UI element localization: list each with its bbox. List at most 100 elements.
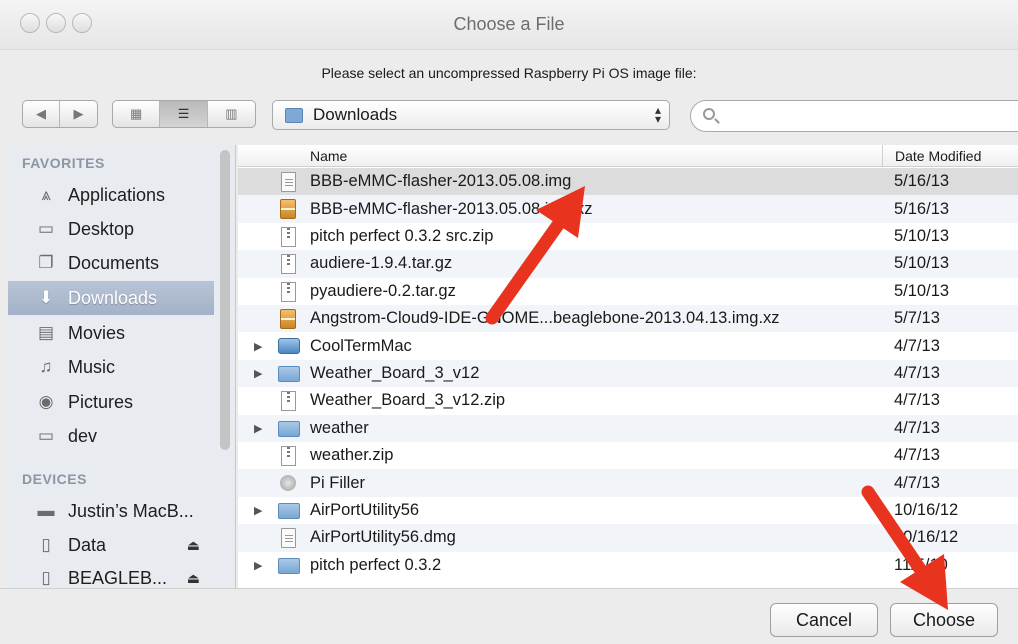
folder-icon [278,365,300,382]
applications-icon: ⩓ [41,185,51,204]
downloads-folder-icon [285,107,303,123]
file-row[interactable]: Pi Filler 4/7/13 [238,469,1018,497]
sidebar-item-pictures[interactable]: ◉ Pictures [8,385,214,419]
folder-icon [278,502,300,519]
list-view-button[interactable]: ☰ [160,101,208,127]
window-title: Choose a File [453,14,565,34]
sidebar-item-label: Movies [68,322,126,343]
zip-file-icon [281,254,296,275]
sidebar: FAVORITES ⩓ Applications ▭ Desktop ❐ Doc… [8,145,236,588]
file-row[interactable]: ▶ Weather_Board_3_v12 4/7/13 [238,359,1018,388]
file-name: audiere-1.9.4.tar.gz [310,254,453,273]
sidebar-item-desktop[interactable]: ▭ Desktop [8,212,214,246]
cancel-button[interactable]: Cancel [770,603,878,637]
zip-file-icon [281,446,296,466]
file-date-modified: 11/5/10 [894,555,948,574]
sidebar-item-label: Downloads [68,287,158,308]
disclosure-triangle-icon[interactable]: ▶ [254,504,262,517]
file-name: weather [310,418,369,437]
file-date-modified: 4/7/13 [894,473,940,492]
choose-button[interactable]: Choose [890,603,998,637]
file-date-modified: 4/7/13 [894,391,940,410]
file-row[interactable]: BBB-eMMC-flasher-2013.05.08.img.xz 5/16/1… [238,195,1018,223]
sidebar-item-applications[interactable]: ⩓ Applications [8,178,214,212]
sidebar-item-label: dev [68,425,98,446]
location-popup[interactable]: Downloads ▴ ▾ [272,100,670,130]
file-row[interactable]: pitch perfect 0.3.2 src.zip 5/10/13 [238,223,1018,250]
eject-icon[interactable]: ⏏ [187,537,200,554]
popup-arrows-icon: ▴ ▾ [654,103,661,126]
file-name: Pi Filler [310,473,366,492]
file-name: CoolTermMac [310,336,412,355]
file-row[interactable]: audiere-1.9.4.tar.gz 5/10/13 [238,250,1018,278]
file-row[interactable]: ▶ AirPortUtility56 10/16/12 [238,497,1018,524]
disclosure-triangle-icon[interactable]: ▶ [254,367,262,380]
file-date-modified: 5/10/13 [894,281,950,300]
folder-icon [278,557,300,574]
application-icon [278,338,300,355]
file-row[interactable]: Angstrom-Cloud9-IDE-GNOME...beaglebone-2… [238,305,1018,333]
disclosure-triangle-icon[interactable]: ▶ [254,340,262,353]
sidebar-item-label: Music [68,356,116,377]
chevron-left-icon: ◀ [36,106,46,121]
sidebar-item-dev[interactable]: ▭ dev [8,419,214,453]
search-icon [703,108,715,120]
icon-view-button[interactable]: ▦ [113,101,161,127]
file-row[interactable]: Weather_Board_3_v12.zip 4/7/13 [238,387,1018,414]
file-row[interactable]: ▶ CoolTermMac 4/7/13 [238,332,1018,359]
file-row[interactable]: weather.zip 4/7/13 [238,442,1018,469]
documents-icon: ❐ [38,253,54,272]
file-row[interactable]: ▶ pitch perfect 0.3.2 11/5/10 [238,552,1018,579]
file-date-modified: 10/16/12 [894,528,959,547]
zip-file-icon [281,391,296,412]
disclosure-triangle-icon[interactable]: ▶ [254,559,262,572]
sidebar-item-downloads[interactable]: ⬇ Downloads [8,281,214,315]
column-view-icon: ▥ [225,106,238,121]
sidebar-scrollbar[interactable] [220,150,230,450]
file-name: BBB-eMMC-flasher-2013.05.08.img.xz [310,199,593,218]
zip-file-icon [281,281,296,302]
file-row[interactable]: BBB-eMMC-flasher-2013.05.08.img 5/16/13 [238,168,1018,196]
column-view-button[interactable]: ▥ [208,101,255,127]
view-mode-control: ▦ ☰ ▥ [112,100,256,128]
sidebar-item-movies[interactable]: ▤ Movies [8,316,214,350]
column-header-name[interactable]: Name [310,148,347,164]
sidebar-item-macbook[interactable]: ▬ Justin’s MacB... [8,494,214,528]
file-name: pitch perfect 0.3.2 [310,555,442,574]
chevron-right-icon: ▶ [73,106,84,121]
file-list: Name Date Modified BBB-eMMC-flasher-2013… [238,145,1018,588]
sidebar-item-label: Pictures [68,391,134,412]
sidebar-item-beaglebone[interactable]: ▯ BEAGLEB... ⏏ [8,561,214,588]
sidebar-item-label: Justin’s MacB... [68,500,194,521]
back-button[interactable]: ◀ [23,101,61,127]
sidebar-item-label: Desktop [68,218,135,239]
sidebar-item-label: Applications [68,184,166,205]
disclosure-triangle-icon[interactable]: ▶ [254,422,262,435]
sidebar-item-music[interactable]: ♫ Music [8,350,214,384]
column-header-date-modified[interactable]: Date Modified [882,145,1018,167]
downloads-icon: ⬇ [38,288,54,307]
file-name: Angstrom-Cloud9-IDE-GNOME...beaglebone-2… [310,309,780,328]
search-field[interactable] [690,100,1018,132]
sidebar-item-data[interactable]: ▯ Data ⏏ [8,528,214,562]
laptop-icon: ▬ [37,501,55,520]
file-date-modified: 4/7/13 [894,363,940,382]
file-row[interactable]: ▶ weather 4/7/13 [238,414,1018,442]
file-name: weather.zip [310,446,394,465]
title-bar: Choose a File [0,0,1018,50]
sidebar-item-documents[interactable]: ❐ Documents [8,246,214,280]
eject-icon[interactable]: ⏏ [187,570,200,587]
drive-icon: ▯ [41,568,51,587]
forward-button[interactable]: ▶ [60,101,97,127]
file-date-modified: 4/7/13 [894,418,940,437]
archive-icon [280,199,296,220]
archive-icon [280,309,296,329]
file-date-modified: 5/10/13 [894,226,950,245]
file-name: BBB-eMMC-flasher-2013.05.08.img [310,172,572,191]
file-date-modified: 4/7/13 [894,446,940,465]
icon-view-icon: ▦ [130,106,143,121]
dialog-prompt: Please select an uncompressed Raspberry … [321,65,697,81]
file-row[interactable]: pyaudiere-0.2.tar.gz 5/10/13 [238,278,1018,305]
file-date-modified: 5/10/13 [894,254,950,273]
file-row[interactable]: AirPortUtility56.dmg 10/16/12 [238,524,1018,552]
